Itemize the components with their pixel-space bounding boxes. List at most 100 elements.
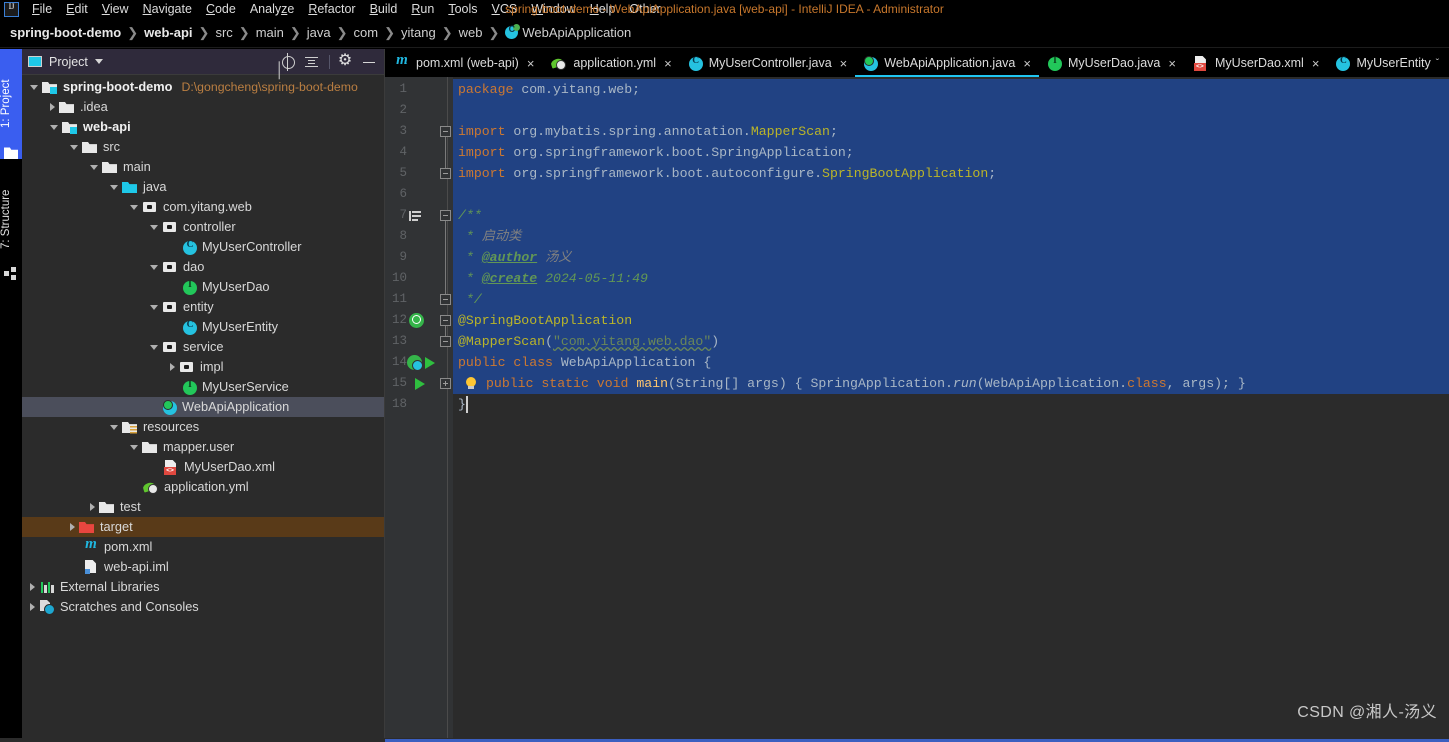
breadcrumb[interactable]: spring-boot-demo ❯ web-api ❯ src ❯ main ❯ java ❯ c…	[0, 18, 1449, 48]
editor-tab-application-yml[interactable]: application.yml ×	[542, 49, 679, 77]
editor-tab-webapiapplication-java[interactable]: WebApiApplication.java ×	[855, 49, 1039, 77]
minimize-icon[interactable]	[360, 53, 378, 71]
code-line[interactable]: @MapperScan("com.yitang.web.dao")	[453, 331, 1449, 352]
tree-node-external-libraries[interactable]: External Libraries	[22, 577, 384, 597]
breadcrumb-item-web[interactable]: web	[459, 25, 483, 40]
fold-end-imports[interactable]	[440, 168, 451, 179]
tree-expand-arrow[interactable]	[130, 204, 138, 210]
menu-item-help[interactable]: Help	[583, 0, 623, 18]
breadcrumb-item-src[interactable]: src	[215, 25, 232, 40]
tree-expand-arrow[interactable]	[150, 304, 158, 310]
tree-expand-arrow[interactable]	[90, 503, 95, 511]
tree-node-src[interactable]: src	[22, 137, 384, 157]
code-line[interactable]	[453, 100, 1449, 121]
project-tree[interactable]: spring-boot-demo D:\gongcheng\spring-boot…	[22, 75, 384, 617]
tree-node-web-api-iml[interactable]: web-api.iml	[22, 557, 384, 577]
tree-node-dao[interactable]: dao	[22, 257, 384, 277]
run-main-icon[interactable]	[415, 378, 425, 390]
breadcrumb-item-yitang[interactable]: yitang	[401, 25, 436, 40]
menu-item-run[interactable]: Run	[404, 0, 441, 18]
breadcrumb-item-main[interactable]: main	[256, 25, 284, 40]
tree-node-web-api[interactable]: web-api	[22, 117, 384, 137]
menu-item-tools[interactable]: Tools	[441, 0, 484, 18]
close-icon[interactable]: ×	[664, 57, 672, 70]
fold-end-annotations[interactable]	[440, 336, 451, 347]
gear-icon[interactable]	[336, 50, 354, 71]
tree-expand-arrow[interactable]	[130, 444, 138, 450]
fold-collapse-javadoc[interactable]	[440, 210, 451, 221]
menu-item-window[interactable]: Window	[524, 0, 582, 18]
code-line[interactable]: import org.springframework.boot.autoconf…	[453, 163, 1449, 184]
tree-node-myuserdao[interactable]: MyUserDao	[22, 277, 384, 297]
tree-node-scratches-and-consoles[interactable]: Scratches and Consoles	[22, 597, 384, 617]
code-line[interactable]: import org.mybatis.spring.annotation.Map…	[453, 121, 1449, 142]
code-line[interactable]: public static void main(String[] args) {…	[453, 373, 1449, 394]
tree-node-myuserentity[interactable]: MyUserEntity	[22, 317, 384, 337]
close-icon[interactable]: ×	[1023, 57, 1031, 70]
spring-boot-run-icon[interactable]	[407, 355, 423, 371]
fold-collapse-annotations[interactable]	[440, 315, 451, 326]
tree-node-service[interactable]: service	[22, 337, 384, 357]
editor-tab-bar[interactable]: pom.xml (web-api)×application.yml×MyUser…	[385, 49, 1449, 77]
tree-expand-arrow[interactable]	[30, 583, 35, 591]
tree-expand-arrow[interactable]	[70, 523, 75, 531]
code-content[interactable]: package com.yitang.web; import org.mybat…	[453, 77, 1449, 742]
code-line[interactable]: * @author 汤义	[453, 247, 1449, 268]
code-editor[interactable]: 1 2 3 4 5 6 7 8 9 10 11 12 13 14 15 18 package com.yita…	[385, 77, 1449, 742]
tree-node-myuserservice[interactable]: MyUserService	[22, 377, 384, 397]
sidebar-tab-project[interactable]: 1: Project	[0, 49, 22, 159]
menu-item-code[interactable]: Code	[199, 0, 243, 18]
sidebar-tab-structure[interactable]: 7: Structure	[0, 159, 22, 279]
breadcrumb-item-com[interactable]: com	[354, 25, 379, 40]
tree-expand-arrow[interactable]	[150, 224, 158, 230]
menu-item-navigate[interactable]: Navigate	[136, 0, 199, 18]
tree-node-myusercontroller[interactable]: MyUserController	[22, 237, 384, 257]
chevron-icon[interactable]: ˇ	[1436, 58, 1439, 69]
menu-item-file[interactable]: File	[25, 0, 59, 18]
tree-node-controller[interactable]: controller	[22, 217, 384, 237]
close-icon[interactable]: ×	[1168, 57, 1176, 70]
code-line[interactable]: @SpringBootApplication	[453, 310, 1449, 331]
collapse-all-icon[interactable]	[303, 53, 321, 71]
fold-expand-main[interactable]	[440, 378, 451, 389]
menu-item-refactor[interactable]: Refactor	[301, 0, 362, 18]
tree-node-test[interactable]: test	[22, 497, 384, 517]
tree-expand-arrow[interactable]	[50, 103, 55, 111]
tree-node-application-yml[interactable]: application.yml	[22, 477, 384, 497]
tree-node-resources[interactable]: resources	[22, 417, 384, 437]
editor-tab-myuserdao-xml[interactable]: MyUserDao.xml ×	[1184, 49, 1328, 77]
breadcrumb-item-spring-boot-demo[interactable]: spring-boot-demo	[10, 25, 121, 40]
locate-icon[interactable]	[279, 52, 297, 71]
code-line[interactable]: */	[453, 289, 1449, 310]
menu-item-view[interactable]: View	[95, 0, 136, 18]
fold-collapse-imports[interactable]	[440, 126, 451, 137]
editor-tab-myuserdao-java[interactable]: MyUserDao.java ×	[1039, 49, 1184, 77]
tree-expand-arrow[interactable]	[30, 84, 38, 90]
close-icon[interactable]: ×	[1312, 57, 1320, 70]
tree-expand-arrow[interactable]	[170, 363, 175, 371]
menu-item-edit[interactable]: Edit	[59, 0, 95, 18]
breadcrumb-item-web-api[interactable]: web-api	[144, 25, 192, 40]
tree-expand-arrow[interactable]	[150, 264, 158, 270]
menu-item-vcs[interactable]: VCS	[485, 0, 525, 18]
run-class-icon[interactable]	[425, 357, 435, 369]
close-icon[interactable]: ×	[840, 57, 848, 70]
tree-expand-arrow[interactable]	[50, 124, 58, 130]
tree-node-spring-boot-demo[interactable]: spring-boot-demo D:\gongcheng\spring-boot…	[22, 77, 384, 97]
intention-bulb-icon[interactable]	[465, 377, 477, 389]
tree-node-com-yitang-web[interactable]: com.yitang.web	[22, 197, 384, 217]
tree-node-main[interactable]: main	[22, 157, 384, 177]
breadcrumb-item-current[interactable]: WebApiApplication	[522, 25, 631, 40]
breadcrumb-item-java[interactable]: java	[307, 25, 331, 40]
tree-expand-arrow[interactable]	[110, 184, 118, 190]
close-icon[interactable]: ×	[527, 57, 535, 70]
tree-node-entity[interactable]: entity	[22, 297, 384, 317]
tree-node--idea[interactable]: .idea	[22, 97, 384, 117]
tree-expand-arrow[interactable]	[90, 164, 98, 170]
tree-expand-arrow[interactable]	[30, 603, 35, 611]
code-line[interactable]	[453, 184, 1449, 205]
code-line[interactable]: package com.yitang.web;	[453, 79, 1449, 100]
spring-bean-icon[interactable]	[409, 313, 424, 328]
chevron-down-icon[interactable]	[94, 59, 103, 64]
menu-item-other[interactable]: Other	[622, 0, 667, 18]
